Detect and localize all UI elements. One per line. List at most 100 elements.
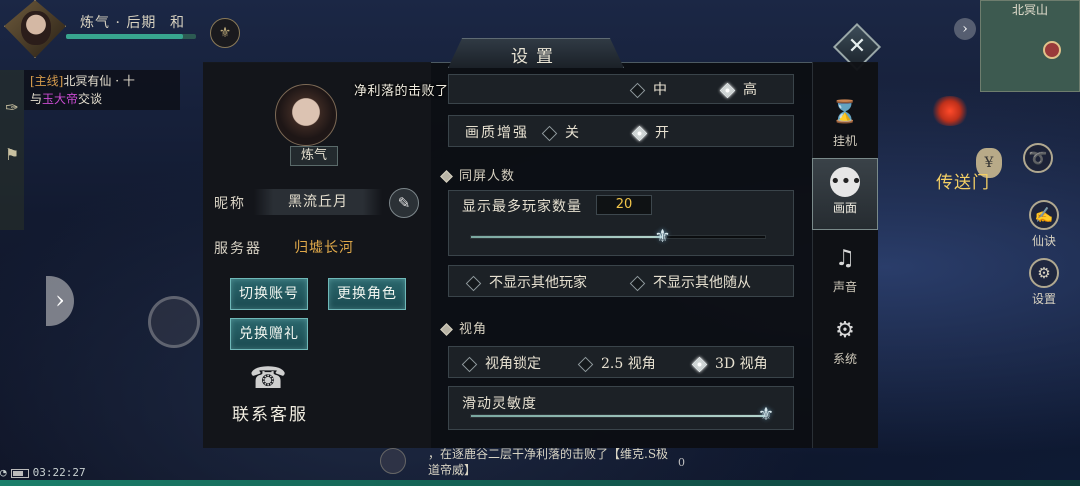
enhance-off-option[interactable]: 关 <box>541 122 579 142</box>
feather-icon[interactable]: ✑ <box>0 98 24 117</box>
tab-sound-label: 声音 <box>832 280 857 294</box>
nickname-label: 昵称 <box>214 196 246 212</box>
players-slider-fill <box>471 236 663 238</box>
tab-system-label: 系统 <box>832 352 857 366</box>
swirl-icon: ➰ <box>1023 143 1053 173</box>
view-3d-option[interactable]: 3D 视角 <box>691 353 768 373</box>
enhance-on-label: 开 <box>655 125 669 141</box>
player-server-short: 和 <box>170 15 184 31</box>
side-icon-2-label: 仙诀 <box>1031 234 1056 248</box>
radio-diamond-icon <box>629 82 646 98</box>
tab-system[interactable]: ⚙ 系统 <box>812 308 878 380</box>
sensitivity-slider-track[interactable] <box>470 414 766 418</box>
side-icon-3-label: 设置 <box>1031 292 1056 306</box>
gear-icon: ⚙ <box>835 318 855 343</box>
left-side-strip: ✑ ⚑ <box>0 70 24 230</box>
quest-post: 交谈 <box>78 92 103 106</box>
minimap-marker <box>1043 41 1061 59</box>
sensitivity-slider-knob[interactable]: ⚜ <box>755 404 777 426</box>
radio-diamond-icon <box>577 356 594 372</box>
view-lock-label: 视角锁定 <box>485 356 541 372</box>
wifi-icon: ◔ <box>0 466 7 479</box>
minimap-toggle-icon[interactable]: › <box>954 18 976 40</box>
view-section-label: 视角 <box>459 322 488 337</box>
settings-title: 设置 <box>511 47 561 67</box>
avatar <box>275 84 337 146</box>
tab-graphics-label: 画面 <box>832 201 857 215</box>
view-3d-label: 3D 视角 <box>715 356 768 372</box>
red-sun-decoration <box>930 96 970 126</box>
server-label: 服务器 <box>214 241 262 257</box>
nickname-value: 黑流丘月 <box>254 189 382 215</box>
virtual-joystick[interactable] <box>148 296 200 348</box>
bottom-bar <box>0 480 1080 486</box>
chat-broadcast[interactable]: ，在逐鹿谷二层干净利落的击败了【维克.S极道帝威】 <box>380 446 680 478</box>
radio-diamond-checked-icon <box>691 356 708 372</box>
guild-emblem-icon[interactable]: ⚜ <box>210 18 240 48</box>
switch-role-button[interactable]: 更换角色 <box>328 278 406 310</box>
support-button[interactable]: 联系客服 <box>232 400 308 425</box>
quality-mid-option[interactable]: 中 <box>629 79 667 99</box>
teleport-label[interactable]: 传送门 <box>936 168 990 193</box>
chat-count: 0 <box>678 456 685 469</box>
view-25-label: 2.5 视角 <box>601 356 656 372</box>
side-icon-2[interactable]: ✍ 仙诀 <box>1026 200 1062 249</box>
players-slider-track[interactable] <box>470 235 766 239</box>
quest-tracker[interactable]: [主线]北冥有仙 · 十 与玉大帝交谈 <box>24 70 180 110</box>
hide-players-label: 不显示其他玩家 <box>489 275 587 291</box>
minimap-title: 北冥山 <box>1012 3 1049 17</box>
chat-message: ，在逐鹿谷二层干净利落的击败了【维克.S极道帝威】 <box>428 447 669 477</box>
chat-avatar <box>380 448 406 474</box>
checkbox-diamond-icon <box>629 275 646 291</box>
chat-bubble-icon: ••• <box>830 167 862 197</box>
quality-high-option[interactable]: 高 <box>719 79 757 99</box>
radio-diamond-icon <box>541 125 558 141</box>
close-icon: ✕ <box>847 34 867 59</box>
expand-arrow-button[interactable]: › <box>46 276 74 326</box>
view-25-option[interactable]: 2.5 视角 <box>577 353 656 373</box>
players-slider-knob[interactable]: ⚜ <box>651 226 673 248</box>
hourglass-icon: ⌛ <box>831 100 859 125</box>
players-section-title: 同屏人数 <box>440 165 516 184</box>
tab-sound[interactable]: ♫ 声音 <box>812 236 878 308</box>
scroll-icon: ✍ <box>1029 200 1059 230</box>
section-diamond-icon <box>440 323 453 336</box>
level-badge: 炼气 <box>290 146 338 166</box>
hide-followers-option[interactable]: 不显示其他随从 <box>629 272 751 292</box>
quest-tag: [主线] <box>30 74 64 88</box>
gear-icon: ⚙ <box>1029 258 1059 288</box>
side-icon-1[interactable]: ➰ <box>1020 143 1056 175</box>
radio-diamond-checked-icon <box>719 82 736 98</box>
battery-icon <box>10 468 29 478</box>
player-face <box>21 11 51 45</box>
pencil-icon: ✎ <box>397 194 411 212</box>
clock: 03:22:27 <box>32 466 86 479</box>
tab-graphics[interactable]: ••• 画面 <box>812 158 878 230</box>
quality-mid-label: 中 <box>653 82 667 98</box>
tab-idle[interactable]: ⌛ 挂机 <box>812 90 878 162</box>
max-players-input[interactable]: 20 <box>596 195 652 215</box>
quest-pre: 与 <box>30 92 43 106</box>
view-lock-option[interactable]: 视角锁定 <box>461 353 541 373</box>
radio-diamond-icon <box>461 356 478 372</box>
tab-idle-label: 挂机 <box>832 134 857 148</box>
hide-followers-label: 不显示其他随从 <box>653 275 751 291</box>
view-section-title: 视角 <box>440 318 488 337</box>
side-icon-3[interactable]: ⚙ 设置 <box>1026 258 1062 307</box>
server-name: 归墟长河 <box>294 240 354 256</box>
sensitivity-slider-fill <box>471 415 765 417</box>
player-portrait[interactable] <box>4 0 66 58</box>
ear-icon: ♫ <box>835 246 855 271</box>
hide-players-option[interactable]: 不显示其他玩家 <box>465 272 587 292</box>
flag-icon[interactable]: ⚑ <box>0 145 24 164</box>
support-icon[interactable]: ☎ <box>248 360 288 398</box>
enhance-on-option[interactable]: 开 <box>631 122 669 142</box>
switch-account-button[interactable]: 切换账号 <box>230 278 308 310</box>
radio-diamond-checked-icon <box>631 125 648 141</box>
checkbox-diamond-icon <box>465 275 482 291</box>
players-section-label: 同屏人数 <box>459 169 516 184</box>
redeem-gift-button[interactable]: 兑换赠礼 <box>230 318 308 350</box>
player-realm: 炼气 · 后期 <box>80 15 157 31</box>
edit-nickname-button[interactable]: ✎ <box>389 188 419 218</box>
max-players-label: 显示最多玩家数量 <box>462 199 582 215</box>
